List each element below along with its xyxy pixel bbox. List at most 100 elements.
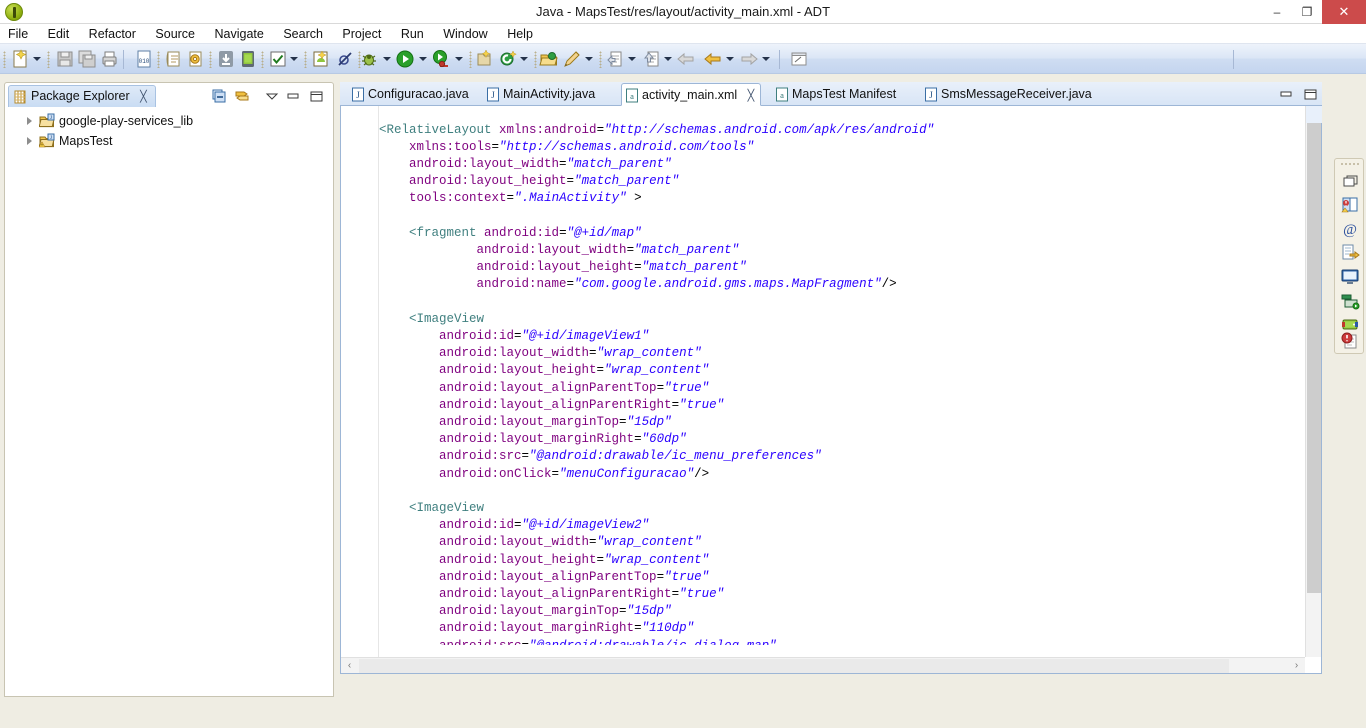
scroll-down-button[interactable]: ▼ (1306, 640, 1322, 657)
new-window-button[interactable] (788, 48, 810, 70)
toolbar-grip-8[interactable] (469, 51, 472, 68)
view-menu-button[interactable] (264, 88, 280, 104)
toolbar-grip-10[interactable] (599, 51, 602, 68)
chevron-right-icon[interactable] (27, 117, 32, 125)
chevron-right-icon[interactable] (27, 137, 32, 145)
coverage-dropdown[interactable] (455, 56, 464, 63)
close-icon[interactable]: ╳ (748, 90, 755, 102)
editor-gutter[interactable] (341, 106, 379, 673)
maximize-window-button[interactable]: ❐ (1292, 0, 1322, 24)
menu-item-help[interactable]: Help (499, 24, 541, 44)
fast-view-grip[interactable] (1340, 162, 1360, 166)
at-sign-icon[interactable]: @ (1340, 219, 1360, 239)
run-dropdown[interactable] (419, 56, 428, 63)
new-wizard-button[interactable] (10, 48, 32, 70)
menu-item-run[interactable]: Run (393, 24, 432, 44)
package-explorer-tree: J google-play-services_lib J MapsTest (5, 109, 333, 696)
menu-item-search[interactable]: Search (275, 24, 331, 44)
minimize-editor-button[interactable] (1278, 86, 1294, 102)
forward-button[interactable] (738, 48, 760, 70)
debug-button[interactable] (358, 48, 380, 70)
console-icon[interactable] (1340, 267, 1360, 287)
menu-item-file[interactable]: File (0, 24, 36, 44)
check-button[interactable] (267, 48, 289, 70)
toggle-breadcrumb-button[interactable]: 010 (133, 48, 155, 70)
folder-open-button[interactable] (538, 48, 560, 70)
scroll-left-button[interactable]: ‹ (341, 658, 358, 674)
pencil-dropdown[interactable] (585, 56, 594, 63)
toolbar-grip-3[interactable] (157, 51, 160, 68)
logcat-icon[interactable] (1340, 291, 1360, 311)
editor-tab-mainactivity-java[interactable]: J MainActivity.java (483, 83, 601, 106)
tree-item-google-play-services-lib[interactable]: J google-play-services_lib (5, 111, 333, 131)
source-code[interactable]: <RelativeLayout xmlns:android="http://sc… (379, 122, 1305, 645)
back-history-button[interactable] (702, 48, 724, 70)
toolbar-grip-2[interactable] (47, 51, 50, 68)
new-android-project-button[interactable] (310, 48, 332, 70)
previous-annotation-button[interactable] (604, 48, 626, 70)
debug-dropdown[interactable] (383, 56, 392, 63)
toolbar-grip-5[interactable] (261, 51, 264, 68)
toolbar-grip-6[interactable] (304, 51, 307, 68)
problems-view-icon[interactable] (1340, 195, 1360, 215)
next-annotation-button[interactable] (640, 48, 662, 70)
editor-vertical-scrollbar[interactable]: chevron-up-icon ▼ (1305, 106, 1322, 657)
editor-tab-configuracao-java[interactable]: J Configuracao.java (348, 83, 475, 106)
close-icon[interactable]: ╳ (140, 91, 147, 103)
scroll-right-button[interactable]: › (1288, 658, 1305, 674)
new-class-button[interactable] (497, 48, 519, 70)
error-log-icon[interactable] (1340, 331, 1360, 351)
collapse-all-button[interactable] (211, 88, 227, 104)
save-button[interactable] (54, 48, 76, 70)
menu-item-project[interactable]: Project (334, 24, 389, 44)
editor-tab-activity-main-xml[interactable]: a activity_main.xml ╳ (621, 83, 762, 106)
toolbar-grip-9[interactable] (534, 51, 537, 68)
code-token: android:layout_alignParentRight (439, 586, 672, 601)
new-class-dropdown[interactable] (520, 56, 529, 63)
maximize-editor-button[interactable] (1302, 86, 1318, 102)
svg-text:010: 010 (139, 58, 150, 65)
forward-dropdown[interactable] (762, 56, 771, 63)
new-wizard-dropdown[interactable] (33, 56, 42, 63)
editor-horizontal-scrollbar[interactable]: ‹ › (341, 657, 1305, 673)
next-annotation-dropdown[interactable] (664, 56, 673, 63)
minimize-window-button[interactable]: – (1262, 0, 1292, 24)
close-window-button[interactable]: ✕ (1322, 0, 1366, 24)
toolbar-grip-4[interactable] (209, 51, 212, 68)
editor-tab-mapstest-manifest[interactable]: a MapsTest Manifest (772, 83, 902, 106)
minimize-view-button[interactable] (285, 88, 301, 104)
scroll-up-button[interactable]: chevron-up-icon (1306, 106, 1322, 123)
run-button[interactable] (394, 48, 416, 70)
menu-item-refactor[interactable]: Refactor (81, 24, 144, 44)
back-history-dropdown[interactable] (726, 56, 735, 63)
skip-breakpoints-button[interactable] (334, 48, 356, 70)
menu-item-edit[interactable]: Edit (40, 24, 78, 44)
back-button[interactable] (675, 48, 697, 70)
menu-item-navigate[interactable]: Navigate (207, 24, 272, 44)
new-java-package-button[interactable] (474, 48, 496, 70)
check-dropdown[interactable] (290, 56, 299, 63)
eclipse-adt-window: Java - MapsTest/res/layout/activity_main… (0, 0, 1366, 728)
open-type-button[interactable] (163, 48, 185, 70)
android-avd-manager-button[interactable] (237, 48, 259, 70)
toolbar-grip[interactable] (3, 51, 6, 68)
horizontal-scroll-thumb[interactable] (359, 659, 1229, 673)
pencil-button[interactable] (561, 48, 583, 70)
restore-view-button[interactable] (1340, 171, 1360, 191)
link-with-editor-button[interactable] (234, 88, 250, 104)
declaration-view-icon[interactable] (1340, 243, 1360, 263)
vertical-scroll-thumb[interactable] (1307, 123, 1321, 593)
previous-annotation-dropdown[interactable] (628, 56, 637, 63)
print-button[interactable] (98, 48, 120, 70)
save-all-button[interactable] (76, 48, 98, 70)
android-sdk-manager-button[interactable] (215, 48, 237, 70)
menu-item-window[interactable]: Window (435, 24, 495, 44)
coverage-button[interactable] (430, 48, 452, 70)
package-explorer-tab[interactable]: Package Explorer ╳ (8, 85, 156, 107)
tree-item-mapstest[interactable]: J MapsTest (5, 131, 333, 151)
menu-item-source[interactable]: Source (147, 24, 203, 44)
editor-tab-smsmessagereceiver-java[interactable]: J SmsMessageReceiver.java (921, 83, 1098, 106)
maximize-view-button[interactable] (308, 88, 324, 104)
open-task-button[interactable] (185, 48, 207, 70)
